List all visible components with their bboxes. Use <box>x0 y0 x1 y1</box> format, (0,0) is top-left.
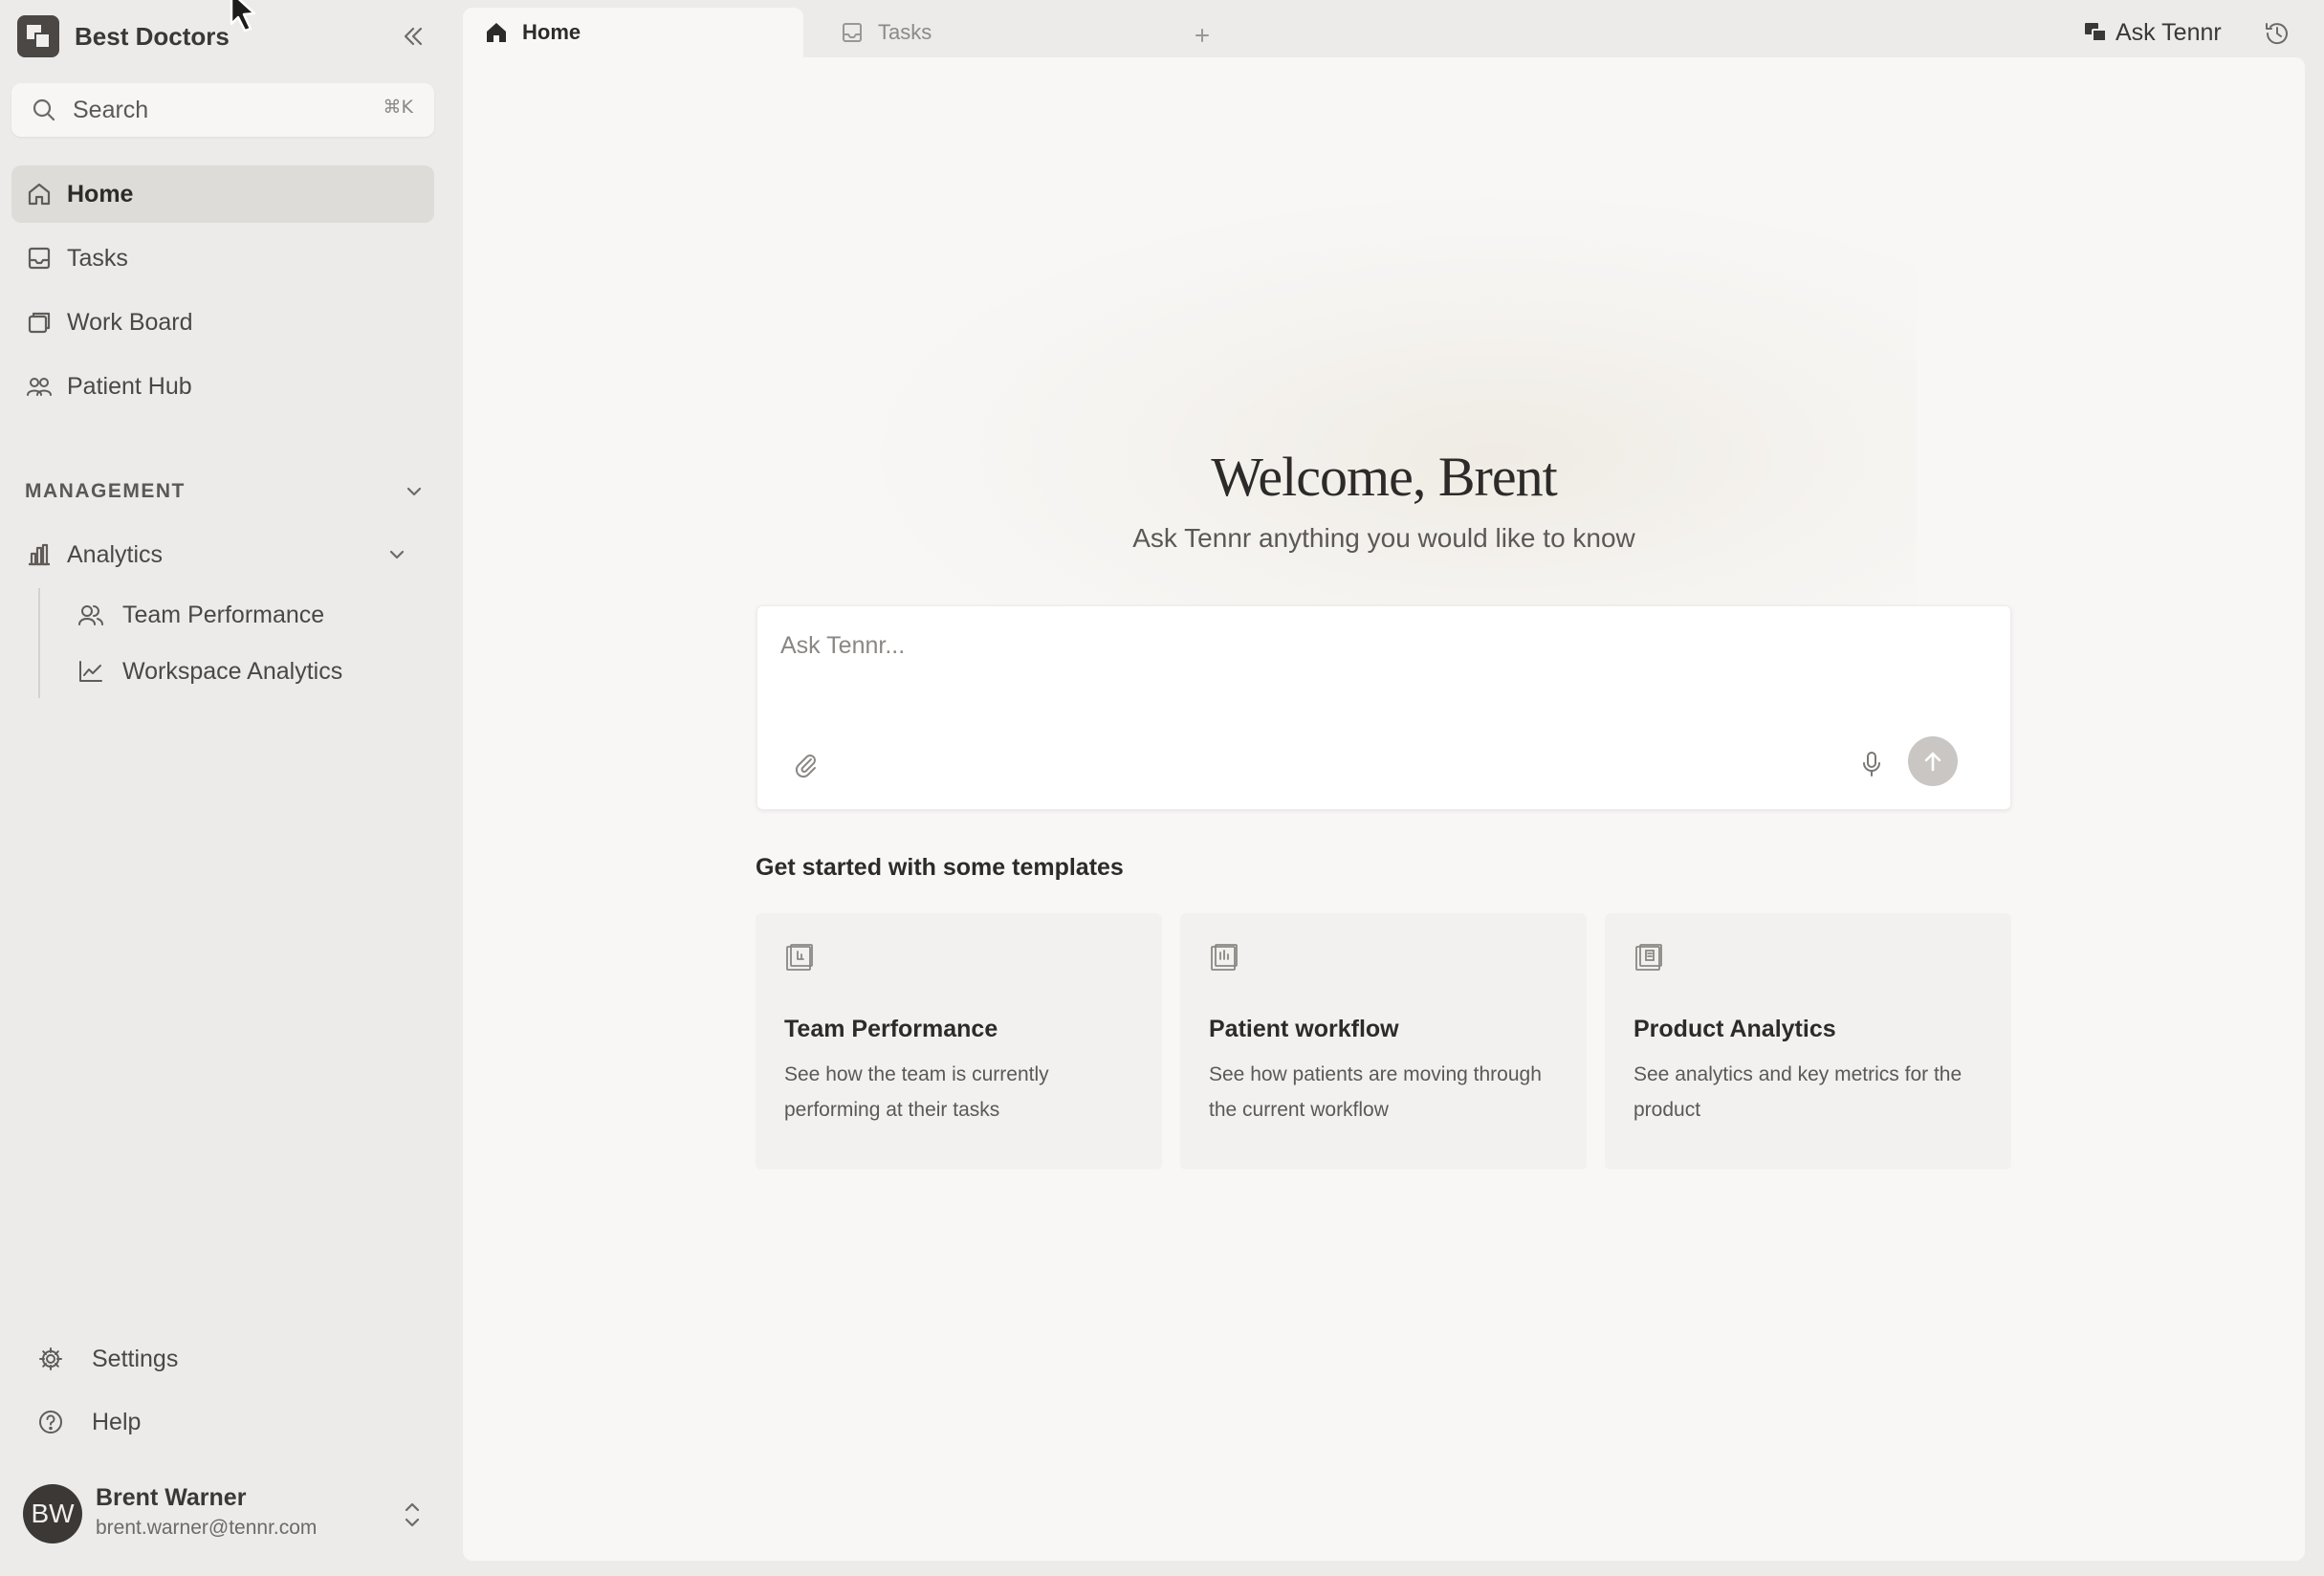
help-icon <box>36 1408 65 1436</box>
template-description: See how patients are moving through the … <box>1209 1063 1542 1121</box>
send-button[interactable] <box>1908 736 1958 786</box>
chevron-down-icon <box>384 542 409 567</box>
user-menu[interactable]: BW Brent Warner brent.warner@tennr.com <box>23 1480 425 1549</box>
template-description: See analytics and key metrics for the pr… <box>1633 1063 1962 1121</box>
help-button[interactable]: Help <box>36 1398 141 1446</box>
workspace-logo-icon <box>17 15 59 57</box>
ask-tennr-label: Ask Tennr <box>2116 18 2222 46</box>
tab-tasks[interactable]: Tasks <box>832 8 1119 57</box>
chat-icon <box>2083 20 2108 45</box>
main-content: Welcome, Brent Ask Tennr anything you wo… <box>463 57 2305 1561</box>
user-email: brent.warner@tennr.com <box>96 1517 318 1539</box>
home-icon <box>25 180 54 208</box>
sub-item-team-performance[interactable]: Team Performance <box>77 591 324 639</box>
inbox-icon <box>840 20 865 45</box>
tab-home[interactable]: Home <box>463 8 803 57</box>
template-icon <box>784 942 815 973</box>
tab-label: Tasks <box>878 20 932 44</box>
sub-item-label: Team Performance <box>122 601 325 628</box>
sub-item-workspace-analytics[interactable]: Workspace Analytics <box>77 647 342 695</box>
ask-tennr-composer <box>756 605 2011 810</box>
chevron-up-down-icon <box>400 1498 425 1532</box>
management-heading: MANAGEMENT <box>25 480 186 502</box>
welcome-subtitle: Ask Tennr anything you would like to kno… <box>1132 523 1635 553</box>
board-icon <box>25 308 54 337</box>
template-card-patient-workflow[interactable]: Patient workflow See how patients are mo… <box>1180 913 1587 1170</box>
welcome-heading: Welcome, Brent <box>1211 446 1557 508</box>
nav-item-label: Tasks <box>67 244 128 272</box>
background-glow <box>865 191 1917 669</box>
nav-item-tasks[interactable]: Tasks <box>11 230 434 287</box>
chevron-down-icon <box>402 479 427 504</box>
line-chart-icon <box>77 657 105 686</box>
template-icon <box>1209 942 1239 973</box>
users-icon <box>25 372 54 401</box>
search-icon <box>31 97 57 123</box>
ask-tennr-input[interactable] <box>778 625 1930 666</box>
template-title: Team Performance <box>784 1016 998 1042</box>
submenu-rail <box>38 588 40 698</box>
settings-label: Settings <box>92 1345 179 1372</box>
sub-item-label: Workspace Analytics <box>122 657 343 685</box>
paperclip-icon[interactable] <box>792 750 821 778</box>
tab-label: Home <box>522 20 581 44</box>
nav-item-analytics[interactable]: Analytics <box>11 526 423 583</box>
help-label: Help <box>92 1408 142 1435</box>
nav-item-work-board[interactable]: Work Board <box>11 294 434 351</box>
avatar: BW <box>23 1484 82 1543</box>
nav-item-label: Patient Hub <box>67 372 192 400</box>
nav-item-label: Home <box>67 180 134 208</box>
sidebar: Best Doctors Search ⌘K Home Tasks Work B… <box>0 0 463 1576</box>
workspace-header[interactable]: Best Doctors <box>17 15 428 57</box>
team-icon <box>77 601 105 629</box>
settings-button[interactable]: Settings <box>36 1335 178 1383</box>
inbox-icon <box>25 244 54 273</box>
nav-item-patient-hub[interactable]: Patient Hub <box>11 358 434 415</box>
template-description: See how the team is currently performing… <box>784 1063 1049 1121</box>
templates-heading: Get started with some templates <box>756 854 1124 881</box>
template-icon <box>1633 942 1664 973</box>
ask-tennr-button[interactable]: Ask Tennr <box>2083 13 2222 52</box>
template-title: Patient workflow <box>1209 1016 1399 1042</box>
user-name: Brent Warner <box>96 1484 247 1511</box>
template-card-product-analytics[interactable]: Product Analytics See analytics and key … <box>1605 913 2011 1170</box>
arrow-up-icon <box>1924 752 1941 772</box>
bar-chart-icon <box>25 540 54 569</box>
workspace-name: Best Doctors <box>75 21 230 51</box>
gear-icon <box>36 1345 65 1373</box>
search-shortcut: ⌘K <box>383 97 413 118</box>
add-tab-button[interactable] <box>1188 21 1217 50</box>
mouse-cursor-icon <box>226 0 270 33</box>
search-button[interactable]: Search ⌘K <box>11 83 434 137</box>
template-card-team-performance[interactable]: Team Performance See how the team is cur… <box>756 913 1162 1170</box>
microphone-icon[interactable] <box>1857 750 1886 778</box>
template-title: Product Analytics <box>1633 1016 1836 1042</box>
search-label: Search <box>73 96 149 123</box>
history-icon[interactable] <box>2263 19 2291 48</box>
management-section-header[interactable]: MANAGEMENT <box>25 475 427 508</box>
nav-item-home[interactable]: Home <box>11 165 434 223</box>
nav-item-label: Analytics <box>67 540 164 568</box>
nav-item-label: Work Board <box>67 308 193 336</box>
collapse-sidebar-icon[interactable] <box>398 21 428 52</box>
home-filled-icon <box>484 20 509 45</box>
